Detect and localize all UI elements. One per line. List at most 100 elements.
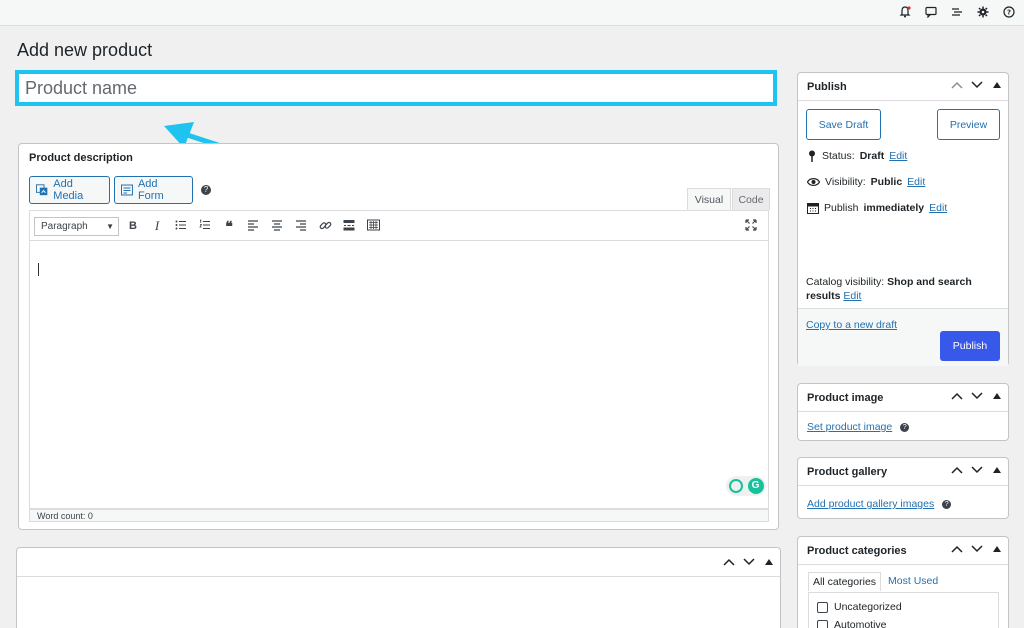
visibility-value: Public <box>870 176 903 188</box>
gear-icon[interactable] <box>976 5 990 19</box>
pin-icon <box>809 150 815 162</box>
tab-most-used[interactable]: Most Used <box>881 572 945 591</box>
visibility-edit-link[interactable]: Edit <box>907 176 925 188</box>
status-edit-link[interactable]: Edit <box>889 150 907 162</box>
status-row: Status: Draft Edit <box>807 150 907 162</box>
chevron-up-icon[interactable] <box>951 543 963 555</box>
tab-all-categories[interactable]: All categories <box>808 572 882 591</box>
tab-visual[interactable]: Visual <box>687 188 731 210</box>
set-product-image-link[interactable]: Set product image <box>807 421 892 433</box>
category-item[interactable]: Uncategorized <box>817 601 902 613</box>
product-description-title: Product description <box>29 152 133 164</box>
catalog-edit-link[interactable]: Edit <box>843 290 861 302</box>
panel-controls <box>723 556 775 568</box>
add-media-button[interactable]: Add Media <box>29 176 110 204</box>
align-left-icon[interactable] <box>246 219 260 233</box>
list-view-icon[interactable] <box>950 5 964 19</box>
chevron-up-icon[interactable] <box>951 390 963 402</box>
chevron-down-icon[interactable] <box>743 556 755 568</box>
publish-edit-link[interactable]: Edit <box>929 202 947 214</box>
collapse-triangle-icon[interactable] <box>991 464 1003 476</box>
add-gallery-row: Add product gallery images ? <box>807 498 952 510</box>
help-icon[interactable]: ? <box>942 499 952 509</box>
collapse-triangle-icon[interactable] <box>763 556 775 568</box>
bell-icon[interactable] <box>898 5 912 19</box>
product-gallery-panel: Product gallery Add product gallery imag… <box>797 457 1009 519</box>
help-icon[interactable]: ? <box>900 422 910 432</box>
eye-icon <box>807 178 820 186</box>
save-draft-button[interactable]: Save Draft <box>806 109 881 140</box>
bullet-list-icon[interactable] <box>174 219 188 233</box>
product-image-title: Product image <box>807 392 884 404</box>
visibility-row: Visibility: Public Edit <box>807 176 925 188</box>
product-name-field-highlight <box>15 70 777 106</box>
chevron-up-icon[interactable] <box>723 556 735 568</box>
help-icon[interactable]: ? <box>201 185 211 195</box>
chevron-down-icon[interactable] <box>971 543 983 555</box>
product-gallery-header: Product gallery <box>798 458 1008 486</box>
svg-text:?: ? <box>1007 9 1011 17</box>
product-image-header: Product image <box>798 384 1008 412</box>
collapse-triangle-icon[interactable] <box>991 543 1003 555</box>
publish-actions: Copy to a new draft Publish <box>798 308 1008 366</box>
product-gallery-title: Product gallery <box>807 466 888 478</box>
chevron-down-icon[interactable] <box>971 464 983 476</box>
product-categories-title: Product categories <box>807 545 907 557</box>
panel-controls <box>951 79 1003 91</box>
italic-icon[interactable]: I <box>150 219 164 233</box>
chevron-down-icon[interactable] <box>971 390 983 402</box>
fullscreen-icon[interactable] <box>744 219 758 233</box>
chevron-up-icon[interactable] <box>951 464 963 476</box>
visibility-label: Visibility: <box>825 176 866 188</box>
align-center-icon[interactable] <box>270 219 284 233</box>
category-list: Uncategorized Automotive <box>808 592 999 628</box>
copy-to-draft-link[interactable]: Copy to a new draft <box>806 319 897 331</box>
link-icon[interactable] <box>318 219 332 233</box>
text-cursor <box>38 263 39 276</box>
category-label: Uncategorized <box>834 601 902 613</box>
category-item[interactable]: Automotive <box>817 619 887 628</box>
bold-icon[interactable]: B <box>126 219 140 233</box>
publish-panel-title: Publish <box>807 81 847 93</box>
comment-icon[interactable] <box>924 5 938 19</box>
set-image-row: Set product image ? <box>807 421 910 433</box>
chevron-down-icon[interactable] <box>971 79 983 91</box>
format-select-value: Paragraph <box>41 221 88 232</box>
numbered-list-icon[interactable] <box>198 219 212 233</box>
page-title: Add new product <box>17 40 153 60</box>
blockquote-icon[interactable]: ❝ <box>222 219 236 233</box>
publish-button[interactable]: Publish <box>940 331 1000 361</box>
chevron-up-icon[interactable] <box>951 79 963 91</box>
status-value: Draft <box>859 150 885 162</box>
catalog-label: Catalog visibility: <box>806 276 885 288</box>
grammarly-widget[interactable]: G <box>726 476 766 496</box>
tab-code[interactable]: Code <box>732 188 770 210</box>
publish-panel-header: Publish <box>798 73 1008 101</box>
description-editor[interactable]: G <box>29 241 769 509</box>
collapse-triangle-icon[interactable] <box>991 79 1003 91</box>
product-categories-header: Product categories <box>798 537 1008 565</box>
align-right-icon[interactable] <box>294 219 308 233</box>
add-gallery-images-link[interactable]: Add product gallery images <box>807 498 934 510</box>
publish-panel: Publish Save Draft Preview Status: Draft… <box>797 72 1009 366</box>
editor-toolbar: Paragraph ▼ B I ❝ <box>29 210 769 241</box>
help-circle-icon[interactable]: ? <box>1002 5 1016 19</box>
category-tabs: All categories Most Used <box>808 572 945 591</box>
read-more-icon[interactable] <box>342 219 356 233</box>
product-name-input[interactable] <box>19 74 773 102</box>
category-checkbox[interactable] <box>817 619 828 628</box>
toolbar-toggle-icon[interactable] <box>366 219 380 233</box>
publish-date-row: Publish immediately Edit <box>807 202 947 214</box>
preview-button[interactable]: Preview <box>937 109 1000 140</box>
product-image-panel: Product image Set product image ? <box>797 383 1009 441</box>
word-count: Word count: 0 <box>29 509 769 522</box>
category-checkbox[interactable] <box>817 601 828 613</box>
panel-controls <box>951 464 1003 476</box>
add-form-button[interactable]: Add Form <box>114 176 193 204</box>
format-select[interactable]: Paragraph ▼ <box>34 217 119 236</box>
collapse-triangle-icon[interactable] <box>991 390 1003 402</box>
admin-top-bar: ? <box>0 0 1024 26</box>
grammarly-icon[interactable]: G <box>747 478 764 494</box>
lightbulb-icon[interactable] <box>728 479 743 493</box>
panel-controls <box>951 390 1003 402</box>
